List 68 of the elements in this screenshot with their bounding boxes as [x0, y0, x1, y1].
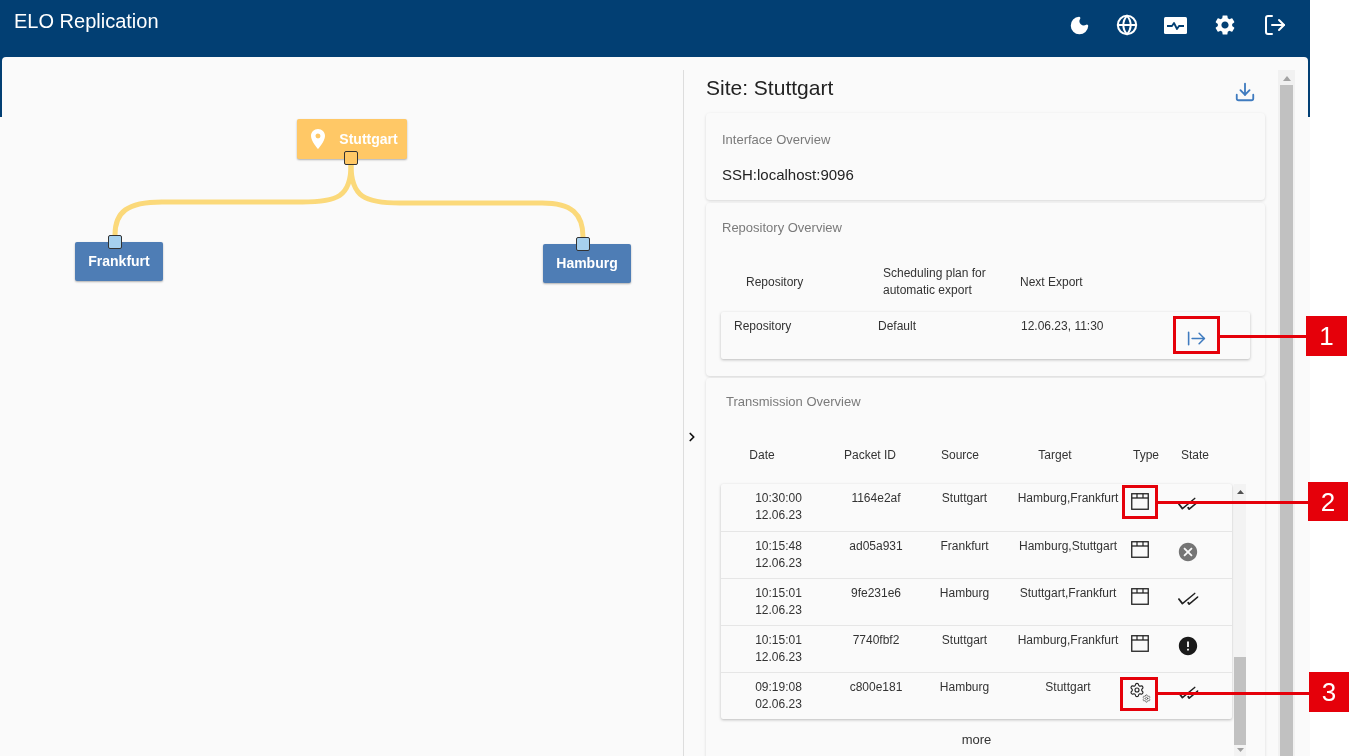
settings-icon[interactable]: [1213, 13, 1237, 37]
packet-id-cell: c800e181: [849, 679, 903, 696]
interface-value: SSH:localhost:9096: [722, 166, 854, 184]
transmission-row[interactable]: 10:30:00 12.06.23 1164e2af Stuttgart Hamburg,Frankfurt: [721, 484, 1232, 531]
site-node[interactable]: Hamburg: [543, 244, 631, 283]
site-title: Site: Stuttgart: [706, 76, 834, 100]
column-header: Target: [1038, 447, 1072, 464]
transmission-row[interactable]: 10:15:01 12.06.23 7740fbf2 Stuttgart Hamburg,Frankfurt: [721, 625, 1232, 672]
transmission-row[interactable]: 10:15:01 12.06.23 9fe231e6 Hamburg Stuttgart,Frankfurt: [721, 578, 1232, 625]
heart-monitor-icon[interactable]: [1164, 16, 1187, 34]
window-icon: [1131, 541, 1149, 558]
callout-frame: [1173, 316, 1220, 354]
date-cell: 10:15:48 12.06.23: [755, 538, 802, 572]
callout-label: 2: [1308, 482, 1348, 521]
card-title: Transmission Overview: [725, 393, 861, 410]
date-cell: 10:15:01 12.06.23: [755, 585, 802, 619]
callout-label: 3: [1309, 672, 1349, 712]
table-cell: 12.06.23, 11:30: [1021, 319, 1104, 333]
target-cell: Stuttgart: [1045, 679, 1091, 696]
connection-port[interactable]: [108, 235, 122, 249]
column-header: Date: [749, 447, 775, 464]
more-link[interactable]: more: [961, 731, 992, 748]
window-icon: [1131, 588, 1149, 605]
target-cell: Hamburg,Frankfurt: [1017, 632, 1119, 649]
logout-icon[interactable]: [1263, 13, 1287, 37]
target-cell: Hamburg,Stuttgart: [1018, 538, 1117, 555]
download-icon[interactable]: [1234, 81, 1256, 103]
moon-icon[interactable]: [1069, 14, 1090, 36]
source-cell: Frankfurt: [940, 538, 989, 555]
window-icon: [1131, 493, 1149, 510]
site-node[interactable]: Frankfurt: [75, 242, 163, 281]
column-header: Packet ID: [844, 447, 896, 464]
card-title: Interface Overview: [722, 131, 831, 148]
scrollbar-thumb[interactable]: [1280, 85, 1293, 756]
table-cell: Default: [878, 319, 917, 333]
column-header: Scheduling plan for automatic export: [883, 265, 987, 299]
gears-icon: [1129, 682, 1151, 703]
target-cell: Hamburg,Frankfurt: [1017, 490, 1119, 507]
window-icon: [1131, 635, 1149, 652]
packet-id-cell: 1164e2af: [851, 490, 901, 507]
globe-icon[interactable]: [1116, 14, 1138, 36]
callout-frame: [1120, 677, 1158, 711]
target-cell: Stuttgart,Frankfurt: [1019, 585, 1117, 602]
source-cell: Stuttgart: [941, 490, 988, 507]
date-cell: 09:19:08 02.06.23: [755, 679, 802, 713]
app-title: ELO Replication: [14, 9, 159, 33]
source-cell: Stuttgart: [941, 632, 988, 649]
source-cell: Hamburg: [939, 679, 990, 696]
table-cell: Repository: [734, 319, 792, 333]
column-header: Source: [941, 447, 979, 464]
card-title: Repository Overview: [721, 219, 842, 236]
scrollbar-thumb[interactable]: [1234, 657, 1246, 745]
connection-port[interactable]: [344, 151, 358, 165]
column-header: Repository: [746, 274, 804, 289]
column-header: Next Export: [1020, 274, 1083, 289]
date-cell: 10:30:00 12.06.23: [755, 490, 802, 524]
transmission-row[interactable]: 10:15:48 12.06.23 ad05a931 Frankfurt Hamburg,Stuttgart: [721, 531, 1232, 578]
source-cell: Hamburg: [939, 585, 990, 602]
callout-frame: [1122, 485, 1158, 519]
packet-id-cell: 7740fbf2: [852, 632, 900, 649]
scroll-up-arrow-icon[interactable]: [1236, 490, 1244, 494]
packet-id-cell: ad05a931: [849, 538, 903, 555]
column-header: Type: [1133, 447, 1159, 464]
packet-id-cell: 9fe231e6: [850, 585, 902, 602]
connection-port[interactable]: [576, 237, 590, 251]
date-cell: 10:15:01 12.06.23: [755, 632, 802, 666]
column-header: State: [1181, 447, 1209, 464]
callout-label: 1: [1306, 316, 1347, 356]
